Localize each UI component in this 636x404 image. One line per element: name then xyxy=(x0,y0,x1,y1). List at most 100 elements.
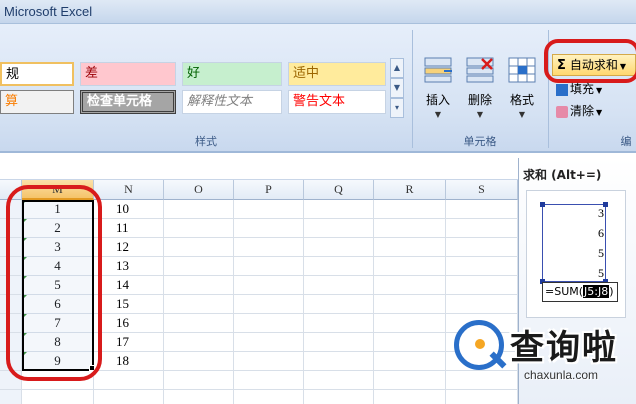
cell-n[interactable]: 16 xyxy=(94,314,164,333)
chevron-down-icon: ▼ xyxy=(434,110,442,119)
cell-s[interactable] xyxy=(446,219,518,238)
cell-r[interactable] xyxy=(374,333,446,352)
column-header-p[interactable]: P xyxy=(234,180,304,200)
cell-o[interactable] xyxy=(164,333,234,352)
row-header[interactable] xyxy=(0,390,22,404)
cell-n[interactable]: 15 xyxy=(94,295,164,314)
cell-s[interactable] xyxy=(446,257,518,276)
chevron-down-icon: ▼ xyxy=(596,86,603,95)
cell-p[interactable] xyxy=(234,333,304,352)
cell-q[interactable] xyxy=(304,352,374,371)
cell-o[interactable] xyxy=(164,257,234,276)
cell-s[interactable] xyxy=(446,295,518,314)
cell-r[interactable] xyxy=(374,295,446,314)
styles-gallery-scroll[interactable]: ▲ ▼ ▾ xyxy=(390,58,404,118)
cell-r[interactable] xyxy=(374,219,446,238)
cell-p[interactable] xyxy=(234,295,304,314)
cell-r[interactable] xyxy=(374,390,446,404)
cell-p[interactable] xyxy=(234,314,304,333)
gallery-up-icon[interactable]: ▲ xyxy=(390,58,404,78)
gallery-more-icon[interactable]: ▾ xyxy=(390,98,404,118)
cell-o[interactable] xyxy=(164,238,234,257)
editing-group-label: 编 xyxy=(620,135,632,148)
cell-o[interactable] xyxy=(164,314,234,333)
cell-q[interactable] xyxy=(304,238,374,257)
cell-style-2[interactable]: 好 xyxy=(182,62,282,86)
cell-n[interactable] xyxy=(94,390,164,404)
cell-m[interactable] xyxy=(22,390,94,404)
cell-o[interactable] xyxy=(164,295,234,314)
cell-q[interactable] xyxy=(304,219,374,238)
cell-o[interactable] xyxy=(164,352,234,371)
cell-o[interactable] xyxy=(164,219,234,238)
cell-q[interactable] xyxy=(304,390,374,404)
cell-style-4[interactable]: 算 xyxy=(0,90,74,114)
cell-p[interactable] xyxy=(234,352,304,371)
cell-n[interactable]: 13 xyxy=(94,257,164,276)
eraser-icon xyxy=(556,105,568,118)
chevron-down-icon: ▼ xyxy=(518,110,526,119)
cell-r[interactable] xyxy=(374,276,446,295)
delete-button[interactable]: 删除 ▼ xyxy=(460,56,500,126)
chevron-down-icon: ▼ xyxy=(596,108,603,117)
cell-q[interactable] xyxy=(304,276,374,295)
column-header-r[interactable]: R xyxy=(374,180,446,200)
cell-q[interactable] xyxy=(304,295,374,314)
cell-style-7[interactable]: 警告文本 xyxy=(288,90,386,114)
cell-p[interactable] xyxy=(234,390,304,404)
cell-n[interactable] xyxy=(94,371,164,390)
cell-s[interactable] xyxy=(446,238,518,257)
delete-label: 删除 xyxy=(467,93,492,107)
cell-n[interactable]: 17 xyxy=(94,333,164,352)
preview-value: 6 xyxy=(598,226,604,240)
cell-p[interactable] xyxy=(234,276,304,295)
cell-style-1[interactable]: 差 xyxy=(80,62,176,86)
cell-r[interactable] xyxy=(374,257,446,276)
gallery-down-icon[interactable]: ▼ xyxy=(390,78,404,98)
cell-o[interactable] xyxy=(164,276,234,295)
cell-o[interactable] xyxy=(164,371,234,390)
highlight-circle xyxy=(6,185,102,381)
cell-o[interactable] xyxy=(164,200,234,219)
column-header-s[interactable]: S xyxy=(446,180,518,200)
cell-p[interactable] xyxy=(234,219,304,238)
clear-button[interactable]: 清除 ▼ xyxy=(556,102,602,119)
cell-q[interactable] xyxy=(304,333,374,352)
cell-s[interactable] xyxy=(446,200,518,219)
cell-q[interactable] xyxy=(304,257,374,276)
window-title: Microsoft Excel xyxy=(4,4,93,19)
cell-r[interactable] xyxy=(374,352,446,371)
formula-suffix: ) xyxy=(609,285,614,298)
cell-o[interactable] xyxy=(164,390,234,404)
column-header-q[interactable]: Q xyxy=(304,180,374,200)
cell-r[interactable] xyxy=(374,371,446,390)
cell-s[interactable] xyxy=(446,276,518,295)
insert-button[interactable]: 插入 ▼ xyxy=(418,56,458,126)
cell-n[interactable]: 18 xyxy=(94,352,164,371)
cell-style-5[interactable]: 检查单元格 xyxy=(80,90,176,114)
cell-n[interactable]: 14 xyxy=(94,276,164,295)
cell-p[interactable] xyxy=(234,371,304,390)
format-button[interactable]: 格式 ▼ xyxy=(502,56,542,126)
cell-style-3[interactable]: 适中 xyxy=(288,62,386,86)
cell-n[interactable]: 12 xyxy=(94,238,164,257)
cell-q[interactable] xyxy=(304,371,374,390)
cell-r[interactable] xyxy=(374,200,446,219)
cell-p[interactable] xyxy=(234,257,304,276)
cell-r[interactable] xyxy=(374,314,446,333)
cell-style-6[interactable]: 解释性文本 xyxy=(182,90,282,114)
fill-button[interactable]: 填充 ▼ xyxy=(556,80,602,97)
column-header-o[interactable]: O xyxy=(164,180,234,200)
preview-value: 5 xyxy=(598,246,604,260)
cell-style-0[interactable]: 规 xyxy=(0,62,74,86)
cell-q[interactable] xyxy=(304,314,374,333)
cell-p[interactable] xyxy=(234,200,304,219)
column-header-n[interactable]: N xyxy=(94,180,164,200)
cell-n[interactable]: 11 xyxy=(94,219,164,238)
cell-n[interactable]: 10 xyxy=(94,200,164,219)
cell-q[interactable] xyxy=(304,200,374,219)
cell-r[interactable] xyxy=(374,238,446,257)
fill-down-icon xyxy=(556,83,568,96)
cell-p[interactable] xyxy=(234,238,304,257)
fill-label: 填充 xyxy=(570,82,595,96)
